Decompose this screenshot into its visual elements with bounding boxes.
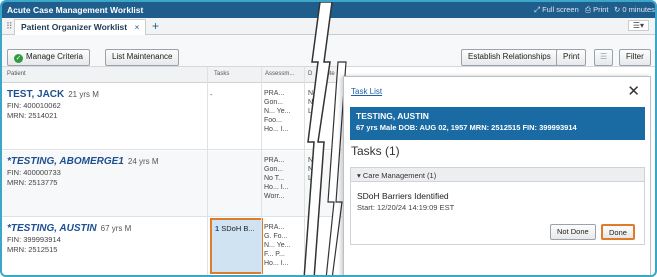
col-assessment-header[interactable]: Assessm... [265,71,294,77]
table-row[interactable]: *TESTING, ABOMERGE1 24 yrs M FIN: 4000007… [2,151,342,217]
manage-criteria-button[interactable]: ✓ Manage Criteria [7,49,90,66]
printer-icon: ⎙ [585,5,591,14]
tab-patient-organizer-worklist[interactable]: Patient Organizer Worklist × [14,19,147,35]
print-link[interactable]: ⎙ Print [585,5,609,15]
mrn-text: MRN: 2513775 [7,178,58,187]
tab-menu-button[interactable]: ☰▾ [627,20,649,31]
add-tab-button[interactable]: + [152,19,159,33]
app-title: Acute Case Management Worklist [7,5,144,15]
column-divider [207,67,208,275]
done-button[interactable]: Done [601,224,635,240]
list-maintenance-button[interactable]: List Maintenance [105,49,180,66]
drag-handle-icon[interactable]: ⠿ [6,21,13,32]
mrn-text: MRN: 2514021 [7,111,58,120]
fin-text: FIN: 400010062 [7,101,61,110]
patient-name-link[interactable]: *TESTING, ABOMERGE1 24 yrs M [7,156,202,167]
patient-name-link[interactable]: *TESTING, AUSTIN 67 yrs M [7,223,202,234]
close-icon[interactable]: ✕ [627,82,640,100]
collapse-caret-icon: ▾ [357,171,361,180]
task-name: SDoH Barriers Identified [357,191,449,201]
full-screen-button[interactable]: ⤢ Full screen [534,5,579,15]
filter-button[interactable]: Filter [619,49,651,66]
assessment-cell[interactable]: PRA... Gon... No T... Ho... I... Worr... [264,156,289,201]
grid-header: Patient Tasks Assessm... D Note [2,67,342,83]
fin-text: FIN: 400000733 [7,168,61,177]
task-list-link[interactable]: Task List [351,87,382,96]
patient-cell: *TESTING, ABOMERGE1 24 yrs M FIN: 4000007… [7,156,202,187]
print-button[interactable]: Print [556,49,587,66]
group-header[interactable]: ▾ Care Management (1) [351,168,644,182]
refresh-link[interactable]: ↻ 0 minutes ag [614,5,655,14]
tasks-cell-selected[interactable]: 1 SDoH B... [210,218,263,274]
banner-patient-name: TESTING, AUSTIN [356,111,429,121]
care-management-group: ▾ Care Management (1) SDoH Barriers Iden… [350,167,645,245]
task-start-time: Start: 12/20/24 14:19:09 EST [357,203,455,212]
establish-relationships-button[interactable]: Establish Relationships [461,49,558,66]
patient-banner: TESTING, AUSTIN 67 yrs Male DOB: AUG 02,… [350,107,645,140]
close-tab-icon[interactable]: × [135,22,140,32]
not-done-button[interactable]: Not Done [550,224,596,240]
fin-text: FIN: 399993914 [7,235,61,244]
assessment-cell[interactable]: PRA... G. Fo... N... Ye... F... P... Ho.… [264,223,290,268]
tasks-cell[interactable]: - [210,90,213,99]
app-frame: Acute Case Management Worklist ⤢ Full sc… [0,0,657,277]
refresh-icon: ↻ [614,5,621,14]
mrn-text: MRN: 2512515 [7,245,58,254]
table-row[interactable]: *TESTING, AUSTIN 67 yrs M FIN: 399993914 … [2,218,342,275]
banner-patient-details: 67 yrs Male DOB: AUG 02, 1957 MRN: 25125… [356,123,577,132]
break-mark-left [303,2,333,275]
expand-icon: ⤢ [534,5,540,14]
check-circle-icon: ✓ [14,54,23,63]
task-list-panel: Task List ✕ TESTING, AUSTIN 67 yrs Male … [343,76,651,275]
patient-name-link[interactable]: TEST, JACK 21 yrs M [7,89,202,100]
table-row[interactable]: TEST, JACK 21 yrs M FIN: 400010062 MRN: 2… [2,84,342,150]
assessment-cell[interactable]: PRA... Gon... N... Ye... Foo... Ho... I.… [264,89,290,134]
worklist-grid: Patient Tasks Assessm... D Note TEST, JA… [2,67,342,275]
column-divider [261,67,262,275]
tasks-heading: Tasks (1) [351,144,400,158]
col-tasks-header[interactable]: Tasks [214,71,229,77]
col-patient-header[interactable]: Patient [7,71,26,77]
list-view-icon[interactable]: ☰ [594,49,614,66]
patient-cell: TEST, JACK 21 yrs M FIN: 400010062 MRN: 2… [7,89,202,120]
patient-cell: *TESTING, AUSTIN 67 yrs M FIN: 399993914 … [7,223,202,254]
